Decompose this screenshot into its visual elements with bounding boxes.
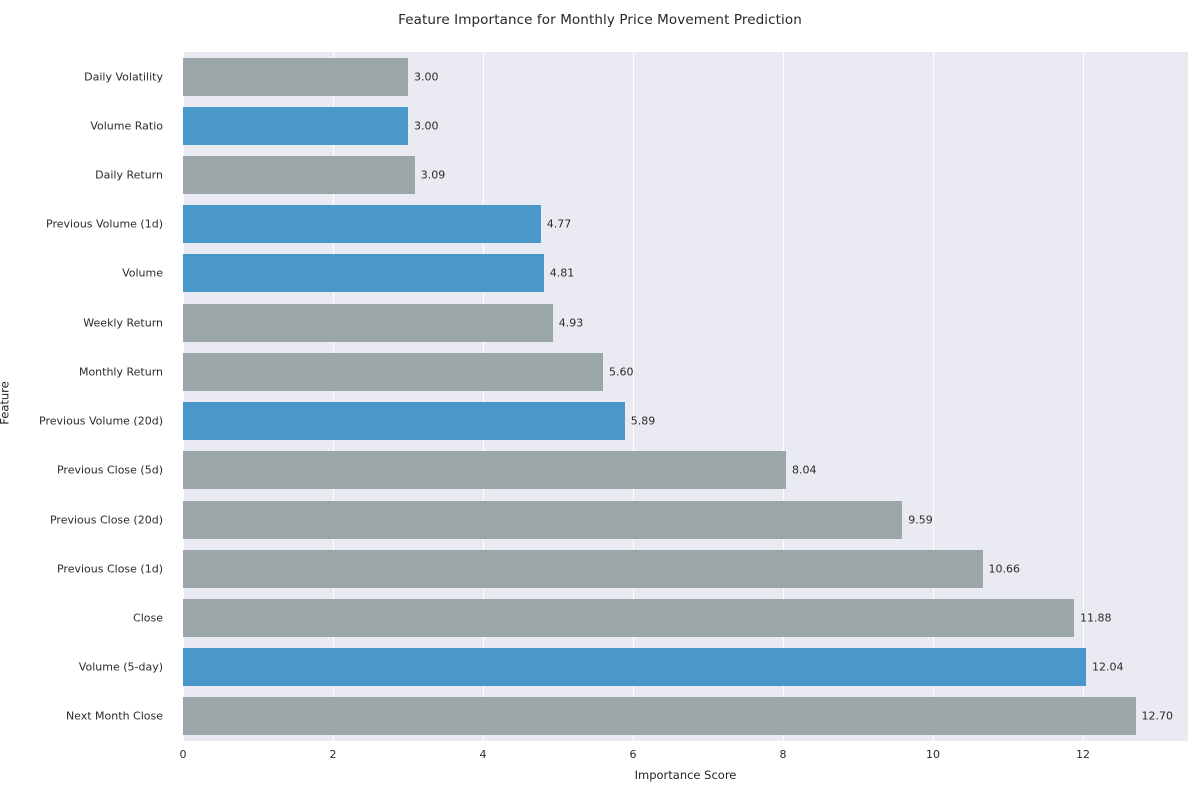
y-tick-label: Volume: [122, 266, 163, 280]
bar[interactable]: [183, 205, 541, 244]
x-tick-label: 10: [926, 748, 940, 761]
y-tick-label: Previous Volume (1d): [46, 217, 163, 231]
bar-value-label: 3.00: [414, 70, 439, 84]
y-axis-label: Feature: [0, 381, 12, 425]
bar[interactable]: [183, 648, 1086, 687]
bar-value-label: 9.59: [908, 513, 933, 527]
bar[interactable]: [183, 106, 408, 145]
bar-value-label: 5.60: [609, 365, 634, 379]
bar-value-label: 4.93: [558, 316, 584, 330]
x-axis-tick-labels: 0 2 4 6 8 10 12: [179, 741, 1188, 771]
plot-area: 3.00 3.00 3.09 4.77 4.81 4.93 5.60 5.89 8.04 9.59…: [183, 52, 1188, 741]
x-axis-label: Importance Score: [634, 768, 737, 782]
bar[interactable]: [183, 254, 544, 293]
y-tick-label: Previous Close (20d): [49, 513, 163, 527]
bar[interactable]: [183, 303, 553, 342]
x-tick-label: 2: [329, 748, 337, 761]
y-tick-label: Previous Close (1d): [56, 562, 163, 576]
x-tick-label: 6: [629, 748, 637, 761]
y-tick-label: Volume (5-day): [78, 660, 163, 674]
x-tick-label: 4: [479, 748, 487, 761]
y-tick-label: Close: [133, 611, 163, 625]
y-axis-tick-labels: Daily Volatility Volume Ratio Daily Return…: [0, 52, 173, 741]
bar-value-label: 12.04: [1092, 660, 1124, 674]
bar[interactable]: [183, 57, 408, 96]
bar-value-label: 8.04: [792, 463, 817, 477]
bar[interactable]: [183, 451, 786, 490]
bar-value-label: 5.89: [630, 414, 656, 428]
x-tick-label: 12: [1076, 748, 1090, 761]
y-tick-label: Weekly Return: [83, 316, 163, 330]
bar-value-label: 12.70: [1141, 709, 1174, 723]
bar[interactable]: [183, 500, 903, 539]
y-tick-label: Daily Volatility: [84, 70, 163, 84]
bar-value-label: 11.88: [1080, 611, 1112, 625]
bar-value-label: 4.77: [546, 217, 572, 231]
y-tick-label: Previous Close (5d): [56, 463, 163, 477]
bar-value-label: 3.00: [414, 119, 439, 133]
bar[interactable]: [183, 598, 1074, 637]
chart-figure: Feature Importance for Monthly Price Mov…: [0, 0, 1200, 800]
y-tick-label: Volume Ratio: [90, 119, 163, 133]
bar-value-label: 3.09: [420, 168, 446, 182]
y-tick-label: Next Month Close: [65, 709, 163, 723]
bar-value-label: 4.81: [549, 266, 575, 280]
bar[interactable]: [183, 352, 603, 391]
bars-layer: 3.00 3.00 3.09 4.77 4.81 4.93 5.60 5.89 8.04 9.59…: [183, 52, 1188, 741]
bar[interactable]: [183, 156, 415, 195]
bar[interactable]: [183, 549, 983, 588]
y-tick-label: Previous Volume (20d): [39, 414, 163, 428]
y-tick-label: Daily Return: [95, 168, 163, 182]
x-tick-label: 0: [179, 748, 187, 761]
y-tick-label: Monthly Return: [78, 365, 163, 379]
bar-value-label: 10.66: [988, 562, 1021, 576]
bar[interactable]: [183, 402, 625, 441]
bar[interactable]: [183, 697, 1136, 736]
chart-title: Feature Importance for Monthly Price Mov…: [398, 12, 802, 28]
x-tick-label: 8: [779, 748, 787, 761]
